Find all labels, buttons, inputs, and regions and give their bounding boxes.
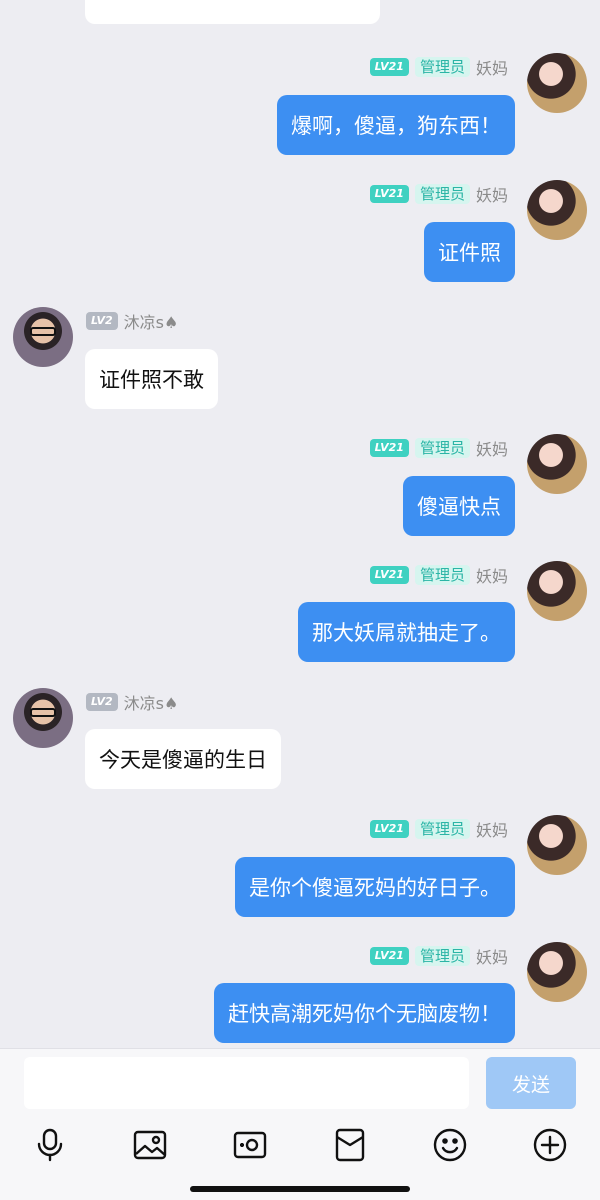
admin-role-badge: 管理员 [414, 946, 470, 966]
glasses-decoration [30, 327, 56, 336]
message-input[interactable] [24, 1057, 469, 1109]
glasses-decoration [30, 708, 56, 717]
level-badge: LV2 [86, 693, 118, 711]
admin-role-badge: 管理员 [414, 819, 470, 839]
sender-name: 妖妈 [475, 186, 508, 205]
avatar[interactable] [527, 53, 587, 113]
sender-name: 妖妈 [475, 948, 508, 967]
message-bubble[interactable]: 傻逼快点 [403, 476, 515, 536]
send-button-label: 发送 [511, 1073, 550, 1096]
image-icon[interactable] [132, 1127, 168, 1163]
sender-meta: LV21 管理员 妖妈 [369, 437, 508, 459]
message-text: 赶快高潮死妈你个无脑废物！ [228, 1002, 501, 1026]
partial-message-bubble: 310102200003242840 [85, 0, 380, 24]
message-list[interactable]: 310102200003242840 LV21 管理员 妖妈 爆啊，傻逼，狗东西… [0, 0, 600, 1048]
camera-icon[interactable] [232, 1127, 268, 1163]
level-badge: LV21 [369, 185, 409, 203]
home-indicator[interactable] [190, 1186, 410, 1192]
sender-name: 沐凉s♠ [123, 694, 179, 713]
admin-role-badge: 管理员 [414, 438, 470, 458]
sender-meta: LV21 管理员 妖妈 [369, 183, 508, 205]
avatar[interactable] [13, 688, 73, 748]
message-bubble[interactable]: 赶快高潮死妈你个无脑废物！ [214, 983, 515, 1043]
composer-bar: 发送 [0, 1048, 600, 1200]
admin-role-badge: 管理员 [414, 57, 470, 77]
level-badge: LV21 [369, 947, 409, 965]
microphone-icon[interactable] [32, 1127, 68, 1163]
sender-meta: LV21 管理员 妖妈 [369, 56, 508, 78]
plus-icon[interactable] [532, 1127, 568, 1163]
sender-meta: LV21 管理员 妖妈 [369, 818, 508, 840]
sender-name: 沐凉s♠ [123, 313, 179, 332]
sender-name: 妖妈 [475, 567, 508, 586]
message-bubble[interactable]: 证件照 [424, 222, 515, 282]
level-badge: LV21 [369, 58, 409, 76]
level-badge: LV21 [369, 820, 409, 838]
composer-toolbar [0, 1127, 600, 1171]
avatar[interactable] [527, 434, 587, 494]
message-text: 今天是傻逼的生日 [99, 748, 267, 772]
admin-role-badge: 管理员 [414, 565, 470, 585]
sender-name: 妖妈 [475, 821, 508, 840]
avatar[interactable] [13, 307, 73, 367]
message-text: 证件照不敢 [99, 368, 204, 392]
sender-name: 妖妈 [475, 59, 508, 78]
sender-meta: LV21 管理员 妖妈 [369, 945, 508, 967]
message-text: 傻逼快点 [417, 495, 501, 519]
sender-meta: LV21 管理员 妖妈 [369, 564, 508, 586]
sender-name: 妖妈 [475, 440, 508, 459]
message-text: 爆啊，傻逼，狗东西！ [291, 114, 501, 138]
level-badge: LV21 [369, 566, 409, 584]
message-bubble[interactable]: 爆啊，傻逼，狗东西！ [277, 95, 515, 155]
message-text: 是你个傻逼死妈的好日子。 [249, 876, 501, 900]
send-button[interactable]: 发送 [486, 1057, 576, 1109]
sender-meta: LV2 沐凉s♠ [86, 310, 178, 332]
sender-meta: LV2 沐凉s♠ [86, 691, 178, 713]
level-badge: LV2 [86, 312, 118, 330]
emoji-icon[interactable] [432, 1127, 468, 1163]
message-bubble[interactable]: 是你个傻逼死妈的好日子。 [235, 857, 515, 917]
message-text: 证件照 [438, 241, 501, 265]
avatar[interactable] [527, 561, 587, 621]
message-bubble[interactable]: 证件照不敢 [85, 349, 218, 409]
admin-role-badge: 管理员 [414, 184, 470, 204]
message-bubble[interactable]: 今天是傻逼的生日 [85, 729, 281, 789]
message-text: 那大妖屌就抽走了。 [312, 621, 501, 645]
level-badge: LV21 [369, 439, 409, 457]
red-packet-icon[interactable] [332, 1127, 368, 1163]
avatar[interactable] [527, 180, 587, 240]
avatar[interactable] [527, 942, 587, 1002]
message-bubble[interactable]: 那大妖屌就抽走了。 [298, 602, 515, 662]
avatar[interactable] [527, 815, 587, 875]
